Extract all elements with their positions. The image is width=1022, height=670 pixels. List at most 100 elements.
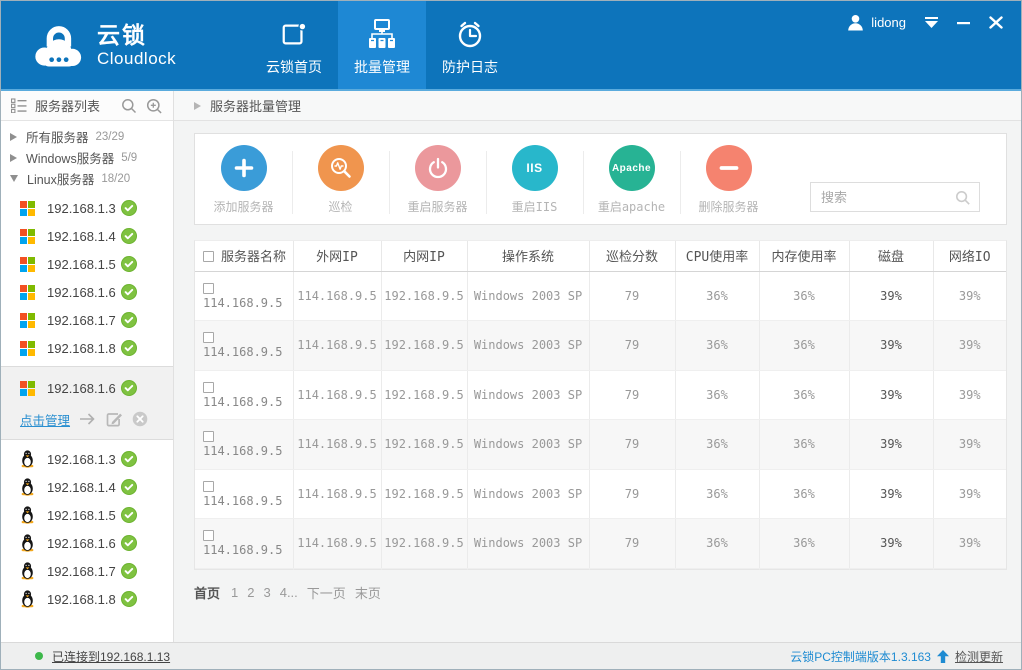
cell-os: Windows 2003 SP [467,321,589,371]
server-list-item[interactable]: 192.168.1.7 [1,306,173,334]
column-header: 网络IO [933,241,1006,271]
status-ok-icon [121,312,137,328]
cell-cpu: 36% [675,519,759,569]
pagination-item[interactable]: 4... [280,585,298,600]
check-update-link[interactable]: 检测更新 [955,648,1003,665]
remove-server-icon[interactable] [132,411,148,427]
cell-server-name: 114.168.9.5 [195,519,293,569]
search-box [810,182,980,212]
apache-icon: Apache [609,145,655,191]
tree-group-linux-servers[interactable]: Linux服务器 18/20 [1,168,173,189]
tree-group-windows-servers[interactable]: Windows服务器 5/9 [1,147,173,168]
server-list-item[interactable]: 192.168.1.6 [1,278,173,306]
cell-disk: 39% [849,469,933,519]
table-row[interactable]: 114.168.9.5 114.168.9.5 192.168.9.5 Wind… [195,469,1006,519]
add-server-button[interactable]: 添加服务器 [195,145,292,224]
connection-link[interactable]: 已连接到192.168.1.13 [52,648,170,665]
table-header-row: 服务器名称 外网IP内网IP操作系统巡检分数CPU使用率内存使用率磁盘网络IO [195,241,1006,271]
cell-lan-ip: 192.168.9.5 [381,321,467,371]
server-ip: 192.168.1.6 [47,536,119,551]
table-row[interactable]: 114.168.9.5 114.168.9.5 192.168.9.5 Wind… [195,519,1006,569]
windows-icon [20,257,35,272]
pagination-item[interactable]: 末页 [355,583,381,602]
row-checkbox[interactable] [203,431,214,442]
inspect-button[interactable]: 巡检 [292,145,389,224]
restart-iis-button[interactable]: IIS 重启IIS [486,145,583,224]
server-tree: 所有服务器 23/29 Windows服务器 5/9 Linux服务器 18/2… [1,121,173,189]
table-row[interactable]: 114.168.9.5 114.168.9.5 192.168.9.5 Wind… [195,321,1006,371]
linux-tux-icon [20,506,35,524]
minus-icon [706,145,752,191]
cell-disk: 39% [849,271,933,321]
windows-icon [20,341,35,356]
cell-server-name: 114.168.9.5 [195,321,293,371]
status-bar: 已连接到192.168.1.13 云锁PC控制端版本1.3.163 检测更新 [1,642,1021,669]
cell-wan-ip: 114.168.9.5 [293,271,381,321]
row-checkbox[interactable] [203,382,214,393]
user-button[interactable]: lidong [847,14,906,31]
status-ok-icon [121,380,137,396]
dropdown-caret-icon[interactable] [924,15,939,31]
server-list-item[interactable]: 192.168.1.3 [1,445,173,473]
pagination-item[interactable]: 首页 [194,583,220,602]
batch-management-icon [366,17,398,51]
status-ok-icon [121,340,137,356]
cell-wan-ip: 114.168.9.5 [293,420,381,470]
table-row[interactable]: 114.168.9.5 114.168.9.5 192.168.9.5 Wind… [195,370,1006,420]
pagination-item[interactable]: 2 [247,585,254,600]
selected-server-item[interactable]: 192.168.1.6 [1,374,173,402]
cell-os: Windows 2003 SP [467,519,589,569]
tree-group-all-servers[interactable]: 所有服务器 23/29 [1,126,173,147]
row-checkbox[interactable] [203,332,214,343]
server-list-item[interactable]: 192.168.1.8 [1,334,173,362]
tab-protection-log[interactable]: 防护日志 [426,1,514,89]
server-list-item[interactable]: 192.168.1.5 [1,250,173,278]
column-header: CPU使用率 [675,241,759,271]
restart-server-button[interactable]: 重启服务器 [389,145,486,224]
connection-status: 已连接到192.168.1.13 [35,648,170,665]
server-list-item[interactable]: 192.168.1.3 [1,194,173,222]
row-checkbox[interactable] [203,530,214,541]
row-checkbox[interactable] [203,481,214,492]
linux-tux-icon [20,562,35,580]
tab-batch-management[interactable]: 批量管理 [338,1,426,89]
minimize-button[interactable] [957,15,971,31]
table-row[interactable]: 114.168.9.5 114.168.9.5 192.168.9.5 Wind… [195,271,1006,321]
server-list-item[interactable]: 192.168.1.6 [1,529,173,557]
column-header: 内网IP [381,241,467,271]
row-checkbox[interactable] [203,283,214,294]
status-ok-icon [121,228,137,244]
manage-link[interactable]: 点击管理 [20,410,70,429]
breadcrumb-arrow-icon [194,102,201,110]
collapsed-arrow-icon [10,154,17,162]
pagination-item[interactable]: 1 [231,585,238,600]
cell-score: 79 [589,370,675,420]
status-ok-icon [121,284,137,300]
select-all-checkbox[interactable] [203,251,214,262]
cell-memory: 36% [759,271,849,321]
search-icon[interactable] [955,190,971,211]
pagination-item[interactable]: 下一页 [307,583,346,602]
server-list-item[interactable]: 192.168.1.7 [1,557,173,585]
windows-server-list: 192.168.1.3 192.168.1.4 192.168.1.5 192.… [1,194,173,362]
cell-os: Windows 2003 SP [467,469,589,519]
close-button[interactable] [989,15,1003,31]
edit-server-icon[interactable] [106,411,123,427]
server-list-item[interactable]: 192.168.1.8 [1,585,173,613]
zoom-search-icon[interactable] [146,98,163,114]
delete-server-button[interactable]: 删除服务器 [680,145,777,224]
table-row[interactable]: 114.168.9.5 114.168.9.5 192.168.9.5 Wind… [195,420,1006,470]
server-list-item[interactable]: 192.168.1.5 [1,501,173,529]
tab-home[interactable]: 云锁首页 [250,1,338,89]
logo-subtitle: Cloudlock [97,50,176,67]
pagination-item[interactable]: 3 [263,585,270,600]
search-icon[interactable] [121,98,137,114]
restart-apache-button[interactable]: Apache 重启apache [583,145,680,224]
server-sidebar: 服务器列表 所有服务器 23/29 Windows服务器 5/9 [1,91,174,642]
search-input[interactable] [811,183,979,211]
server-list-item[interactable]: 192.168.1.4 [1,222,173,250]
server-list-item[interactable]: 192.168.1.4 [1,473,173,501]
cell-lan-ip: 192.168.9.5 [381,271,467,321]
windows-icon [20,285,35,300]
logo-title: 云锁 [97,24,176,47]
